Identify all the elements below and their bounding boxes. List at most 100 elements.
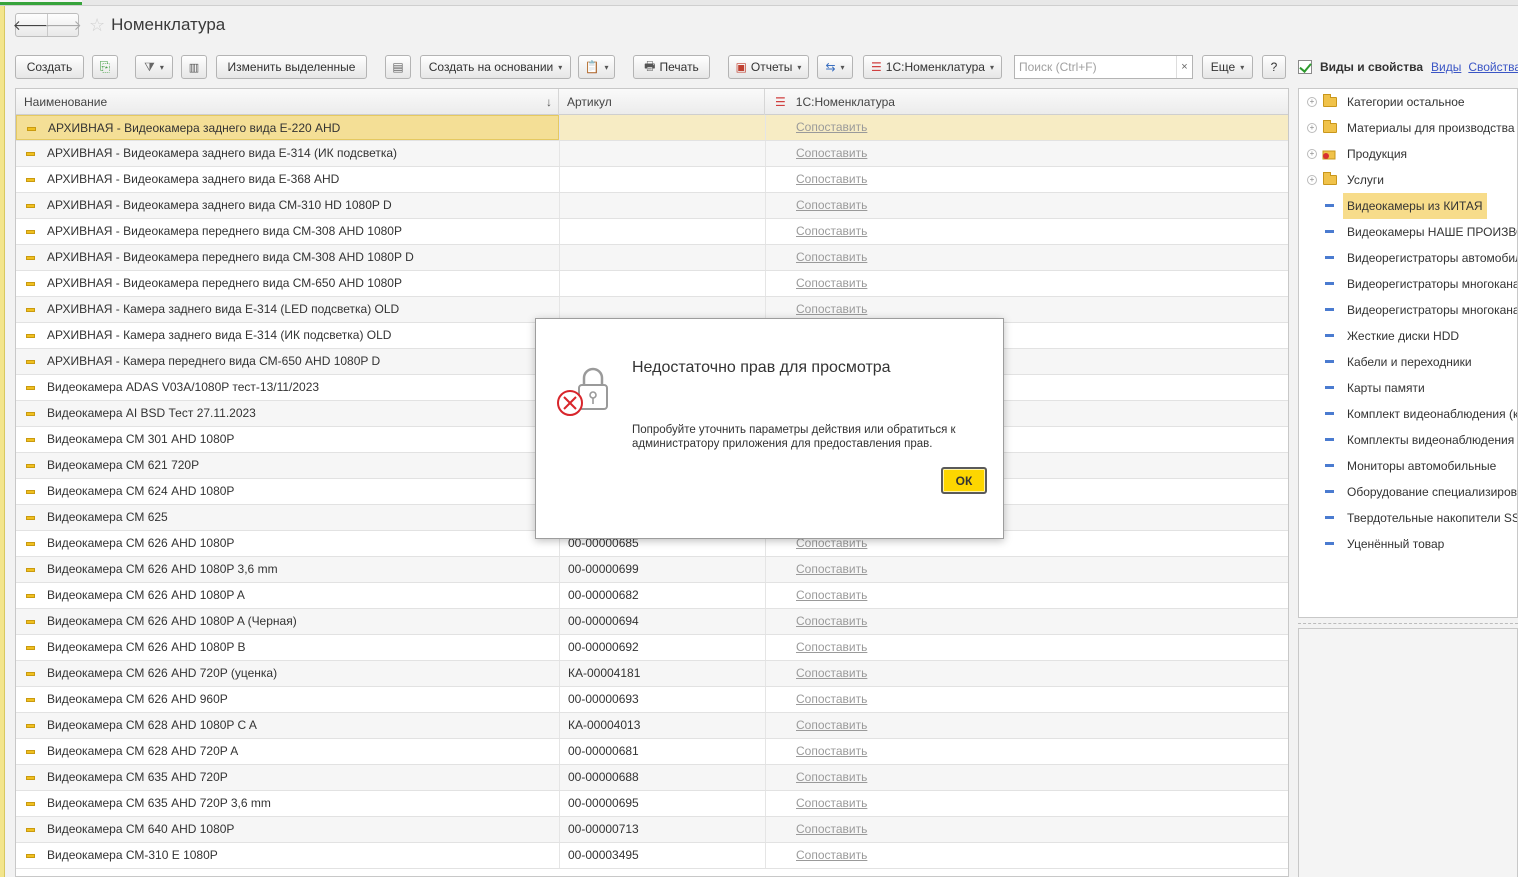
search-input[interactable]: Поиск (Ctrl+F) ×: [1014, 55, 1193, 79]
tree-item[interactable]: Твердотельные накопители SSD: [1299, 505, 1517, 531]
tree-item[interactable]: Кабели и переходники: [1299, 349, 1517, 375]
tree-item[interactable]: Видеорегистраторы многоканальные: [1299, 297, 1517, 323]
print-label: Печать: [659, 60, 699, 74]
table-row[interactable]: АРХИВНАЯ - Видеокамера заднего вида Е-36…: [16, 167, 1288, 193]
copy-button[interactable]: ⎘: [92, 55, 118, 79]
map-link[interactable]: Сопоставить: [796, 198, 867, 212]
copy-icon: ⎘: [99, 59, 111, 74]
more-button[interactable]: Еще ▾: [1202, 55, 1253, 79]
column-header-article[interactable]: Артикул: [559, 89, 765, 115]
reports-button[interactable]: ▣ Отчеты ▾: [728, 55, 809, 79]
column-header-1c[interactable]: ☰ 1С:Номенклатура: [765, 89, 1288, 115]
tree-item[interactable]: Видеорегистраторы многоканальные: [1299, 271, 1517, 297]
panel-splitter[interactable]: [1298, 623, 1518, 624]
table-row[interactable]: Видеокамера СМ 626 AHD 720P (уценка) КА-0…: [16, 661, 1288, 687]
print-button[interactable]: 🖶 Печать: [633, 55, 710, 79]
map-link[interactable]: Сопоставить: [796, 120, 867, 134]
table-row[interactable]: Видеокамера СМ-310 Е 1080P 00-00003495 Соп…: [16, 843, 1288, 869]
tree-item[interactable]: Карты памяти: [1299, 375, 1517, 401]
barcode-button[interactable]: ▥: [181, 55, 207, 79]
table-row[interactable]: АРХИВНАЯ - Видеокамера заднего вида Е-31…: [16, 141, 1288, 167]
table-row[interactable]: АРХИВНАЯ - Видеокамера переднего вида СМ…: [16, 219, 1288, 245]
table-row[interactable]: Видеокамера СМ 628 AHD 1080P C A КА-00004…: [16, 713, 1288, 739]
tree-item[interactable]: Оборудование специализированное: [1299, 479, 1517, 505]
table-row[interactable]: Видеокамера СМ 626 AHD 1080P A 00-0000068…: [16, 583, 1288, 609]
name-cell: АРХИВНАЯ - Видеокамера заднего вида Е-36…: [16, 167, 559, 192]
edit-selected-button[interactable]: Изменить выделенные: [216, 55, 367, 79]
table-row[interactable]: Видеокамера СМ 635 AHD 720P 3,6 mm 00-000…: [16, 791, 1288, 817]
name-text: АРХИВНАЯ - Видеокамера переднего вида СМ…: [47, 224, 402, 238]
properties-link[interactable]: Свойства: [1468, 60, 1518, 74]
map-link[interactable]: Сопоставить: [796, 770, 867, 784]
ok-button[interactable]: ОК: [941, 467, 987, 494]
name-text: АРХИВНАЯ - Камера заднего вида Е-314 (ИК…: [47, 328, 392, 342]
exchange-button[interactable]: ⇆ ▾: [817, 55, 853, 79]
kinds-link[interactable]: Виды: [1431, 60, 1461, 74]
map-link[interactable]: Сопоставить: [796, 640, 867, 654]
name-text: АРХИВНАЯ - Камера переднего вида СМ-650 …: [47, 354, 381, 368]
map-link[interactable]: Сопоставить: [796, 666, 867, 680]
expand-icon[interactable]: +: [1307, 97, 1317, 107]
map-link[interactable]: Сопоставить: [796, 822, 867, 836]
table-row[interactable]: Видеокамера СМ 635 AHD 720P 00-00000688 Со…: [16, 765, 1288, 791]
table-row[interactable]: АРХИВНАЯ - Видеокамера заднего вида Е-22…: [16, 115, 1288, 141]
tree-item[interactable]: Уценённый товар: [1299, 531, 1517, 557]
map-link[interactable]: Сопоставить: [796, 614, 867, 628]
tree-item[interactable]: Мониторы автомобильные: [1299, 453, 1517, 479]
table-row[interactable]: Видеокамера СМ 628 AHD 720P A 00-00000681…: [16, 739, 1288, 765]
show-properties-checkbox[interactable]: [1298, 60, 1312, 74]
table-row[interactable]: Видеокамера СМ 626 AHD 960P 00-00000693 Со…: [16, 687, 1288, 713]
map-link[interactable]: Сопоставить: [796, 588, 867, 602]
map-link[interactable]: Сопоставить: [796, 744, 867, 758]
tree-item[interactable]: Комплект видеонаблюдения (к: [1299, 401, 1517, 427]
table-row[interactable]: Видеокамера СМ 626 AHD 1080P A (Черная) 0…: [16, 609, 1288, 635]
article-cell: [559, 141, 765, 166]
filter-button[interactable]: ⧩ ▾: [135, 55, 173, 79]
expand-icon[interactable]: +: [1307, 123, 1317, 133]
create-button[interactable]: Создать: [15, 55, 84, 79]
create-label: Создать: [26, 60, 73, 74]
table-row[interactable]: Видеокамера СМ 626 AHD 1080P B 00-0000069…: [16, 635, 1288, 661]
help-button[interactable]: ?: [1262, 55, 1286, 79]
table-row[interactable]: Видеокамера СМ 626 AHD 1080P 3,6 mm 00-00…: [16, 557, 1288, 583]
create-based-on-button[interactable]: Создать на основании ▾: [420, 55, 571, 79]
tree-item[interactable]: Видеокамеры из КИТАЯ: [1299, 193, 1517, 219]
article-cell: 00-00000699: [559, 557, 765, 582]
table-row[interactable]: АРХИВНАЯ - Видеокамера заднего вида СМ-3…: [16, 193, 1288, 219]
tree-item[interactable]: Видеокамеры НАШЕ ПРОИЗВОДСТВО: [1299, 219, 1517, 245]
map-link[interactable]: Сопоставить: [796, 224, 867, 238]
table-row[interactable]: АРХИВНАЯ - Видеокамера переднего вида СМ…: [16, 271, 1288, 297]
article-cell: 00-00000681: [559, 739, 765, 764]
tree-item[interactable]: Жесткие диски HDD: [1299, 323, 1517, 349]
map-link[interactable]: Сопоставить: [796, 796, 867, 810]
item-kind-icon: [1325, 334, 1334, 337]
attach-button[interactable]: 📋 ▾: [578, 55, 615, 79]
map-link[interactable]: Сопоставить: [796, 172, 867, 186]
forward-button[interactable]: 🡒: [44, 14, 82, 36]
nomenclature-1c-button[interactable]: ☰ 1С:Номенклатура ▾: [863, 55, 1002, 79]
expand-icon[interactable]: +: [1307, 175, 1317, 185]
tree-item[interactable]: + Продукция: [1299, 141, 1517, 167]
tree-item[interactable]: + Услуги: [1299, 167, 1517, 193]
tree-item[interactable]: + Категории остальное: [1299, 89, 1517, 115]
map-link[interactable]: Сопоставить: [796, 276, 867, 290]
map-link[interactable]: Сопоставить: [796, 146, 867, 160]
column-header-name[interactable]: Наименование ↓: [16, 89, 559, 115]
map-link[interactable]: Сопоставить: [796, 250, 867, 264]
table-row[interactable]: АРХИВНАЯ - Видеокамера переднего вида СМ…: [16, 245, 1288, 271]
map-link[interactable]: Сопоставить: [796, 302, 867, 316]
star-icon[interactable]: ☆: [89, 15, 105, 36]
tree-item[interactable]: Видеорегистраторы автомобильные: [1299, 245, 1517, 271]
map-link[interactable]: Сопоставить: [796, 848, 867, 862]
expand-icon[interactable]: +: [1307, 149, 1317, 159]
map-link[interactable]: Сопоставить: [796, 692, 867, 706]
map-link[interactable]: Сопоставить: [796, 718, 867, 732]
list-settings-button[interactable]: ▤: [385, 55, 411, 79]
tree-item[interactable]: Комплекты видеонаблюдения: [1299, 427, 1517, 453]
map-link[interactable]: Сопоставить: [796, 562, 867, 576]
back-button[interactable]: 🡐: [13, 14, 51, 36]
tree-item-label: Уценённый товар: [1347, 537, 1445, 551]
table-row[interactable]: Видеокамера СМ 640 AHD 1080P 00-00000713 С…: [16, 817, 1288, 843]
clear-search-button[interactable]: ×: [1176, 56, 1192, 78]
tree-item[interactable]: + Материалы для производства: [1299, 115, 1517, 141]
